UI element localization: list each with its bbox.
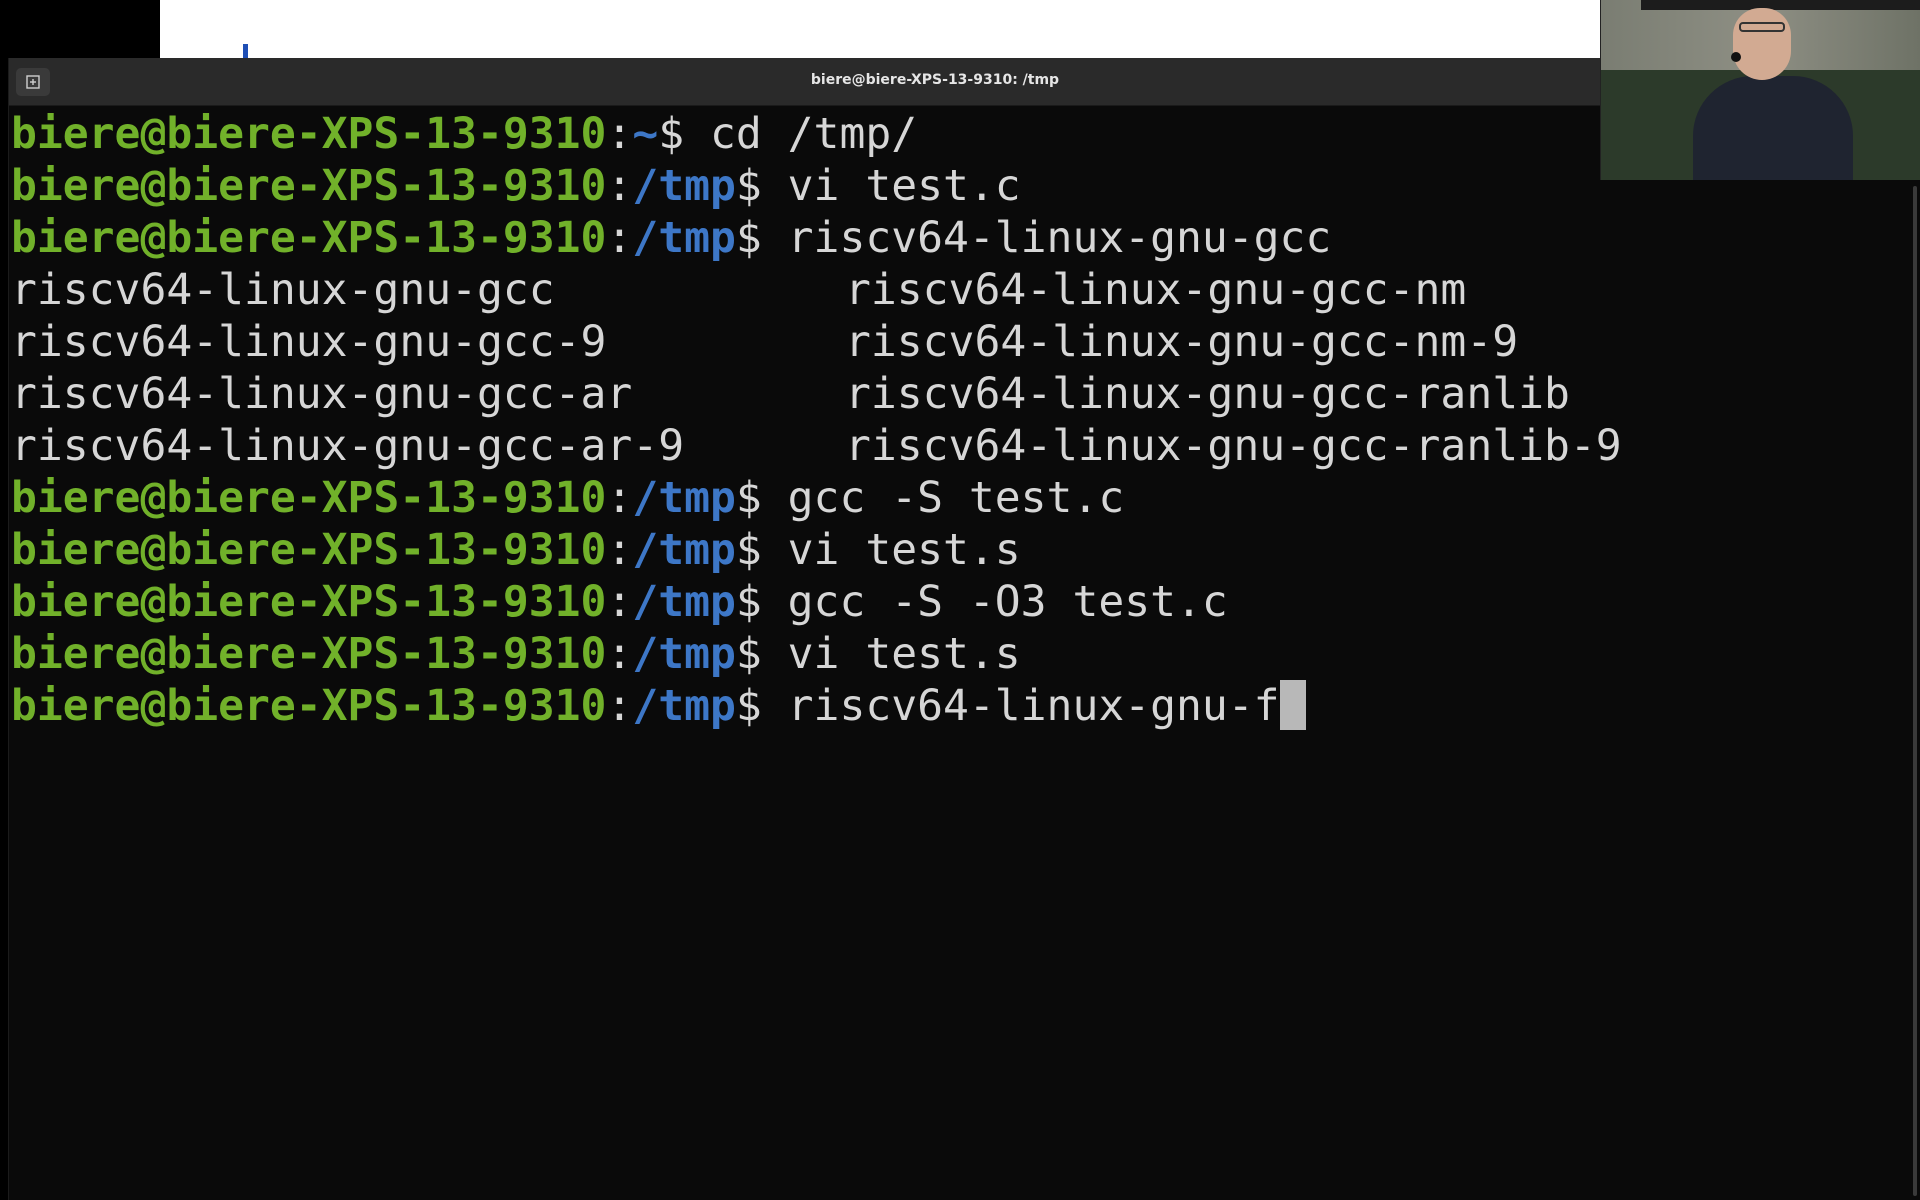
prompt-user: biere@biere-XPS-13-9310 (11, 161, 607, 211)
prompt-user: biere@biere-XPS-13-9310 (11, 473, 607, 523)
terminal-prompt-line: biere@biere-XPS-13-9310:/tmp$ vi test.c (11, 160, 1021, 212)
command-text[interactable]: riscv64-linux-gnu-f (788, 681, 1280, 731)
prompt-path: /tmp (632, 525, 736, 575)
completion-item: riscv64-linux-gnu-gcc-nm (845, 265, 1467, 315)
command-text: vi test.c (787, 161, 1021, 211)
completion-item: riscv64-linux-gnu-gcc-ranlib-9 (845, 421, 1622, 471)
completion-item: riscv64-linux-gnu-gcc-ar (11, 369, 633, 419)
terminal-prompt-line: biere@biere-XPS-13-9310:/tmp$ vi test.s (11, 524, 1021, 576)
prompt-dollar: $ (735, 213, 788, 263)
prompt-user: biere@biere-XPS-13-9310 (11, 109, 607, 159)
completion-item: riscv64-linux-gnu-gcc-9 (11, 317, 607, 367)
prompt-user: biere@biere-XPS-13-9310 (11, 525, 607, 575)
completion-output-line: riscv64-linux-gnu-gcc-ar-9 riscv64-linux-… (11, 420, 1622, 472)
prompt-path: /tmp (632, 473, 736, 523)
completion-item: riscv64-linux-gnu-gcc-ar-9 (11, 421, 685, 471)
command-text: gcc -S -O3 test.c (787, 577, 1228, 627)
prompt-path: /tmp (632, 629, 736, 679)
terminal-prompt-line: biere@biere-XPS-13-9310:/tmp$ riscv64-li… (11, 680, 1306, 732)
prompt-separator: : (606, 161, 633, 211)
prompt-dollar: $ (735, 473, 788, 523)
prompt-separator: : (606, 525, 633, 575)
terminal-output[interactable]: biere@biere-XPS-13-9310:~$ cd /tmp/biere… (9, 106, 1920, 1200)
text-cursor (1279, 680, 1306, 730)
terminal-prompt-line: biere@biere-XPS-13-9310:~$ cd /tmp/ (11, 108, 917, 160)
terminal-prompt-line: biere@biere-XPS-13-9310:/tmp$ vi test.s (11, 628, 1021, 680)
prompt-user: biere@biere-XPS-13-9310 (11, 577, 607, 627)
prompt-path: ~ (632, 109, 659, 159)
prompt-dollar: $ (735, 629, 788, 679)
command-text: riscv64-linux-gnu-gcc (787, 213, 1332, 263)
prompt-path: /tmp (632, 213, 736, 263)
terminal-prompt-line: biere@biere-XPS-13-9310:/tmp$ riscv64-li… (11, 212, 1331, 264)
webcam-overlay (1600, 0, 1920, 180)
completion-item: riscv64-linux-gnu-gcc-nm-9 (845, 317, 1519, 367)
terminal-prompt-line: biere@biere-XPS-13-9310:/tmp$ gcc -S tes… (11, 472, 1124, 524)
prompt-separator: : (606, 629, 633, 679)
prompt-dollar: $ (735, 577, 788, 627)
completion-output-line: riscv64-linux-gnu-gcc-ar riscv64-linux-gn… (11, 368, 1570, 420)
prompt-user: biere@biere-XPS-13-9310 (11, 213, 607, 263)
terminal-window[interactable]: biere@biere-XPS-13-9310: /tmp biere@bier… (8, 58, 1920, 1200)
completion-item: riscv64-linux-gnu-gcc-ranlib (845, 369, 1570, 419)
prompt-user: biere@biere-XPS-13-9310 (11, 629, 607, 679)
command-text: vi test.s (787, 629, 1021, 679)
prompt-dollar: $ (658, 109, 710, 159)
prompt-separator: : (606, 109, 633, 159)
desktop-background (160, 0, 1600, 58)
prompt-dollar: $ (735, 525, 788, 575)
command-text: gcc -S test.c (787, 473, 1125, 523)
prompt-dollar: $ (735, 161, 788, 211)
prompt-separator: : (606, 577, 633, 627)
prompt-user: biere@biere-XPS-13-9310 (11, 681, 607, 731)
prompt-separator: : (606, 213, 633, 263)
prompt-path: /tmp (632, 161, 736, 211)
completion-item: riscv64-linux-gnu-gcc (11, 265, 555, 315)
background-window-fragment (243, 44, 248, 58)
prompt-path: /tmp (632, 681, 736, 731)
scrollbar[interactable] (1913, 186, 1917, 1196)
completion-output-line: riscv64-linux-gnu-gcc riscv64-linux-gnu-g… (11, 264, 1466, 316)
completion-output-line: riscv64-linux-gnu-gcc-9 riscv64-linux-gnu… (11, 316, 1518, 368)
prompt-separator: : (606, 681, 633, 731)
command-text: cd /tmp/ (710, 109, 918, 159)
prompt-separator: : (606, 473, 633, 523)
terminal-prompt-line: biere@biere-XPS-13-9310:/tmp$ gcc -S -O3… (11, 576, 1228, 628)
prompt-dollar: $ (735, 681, 788, 731)
command-text: vi test.s (787, 525, 1021, 575)
prompt-path: /tmp (632, 577, 736, 627)
